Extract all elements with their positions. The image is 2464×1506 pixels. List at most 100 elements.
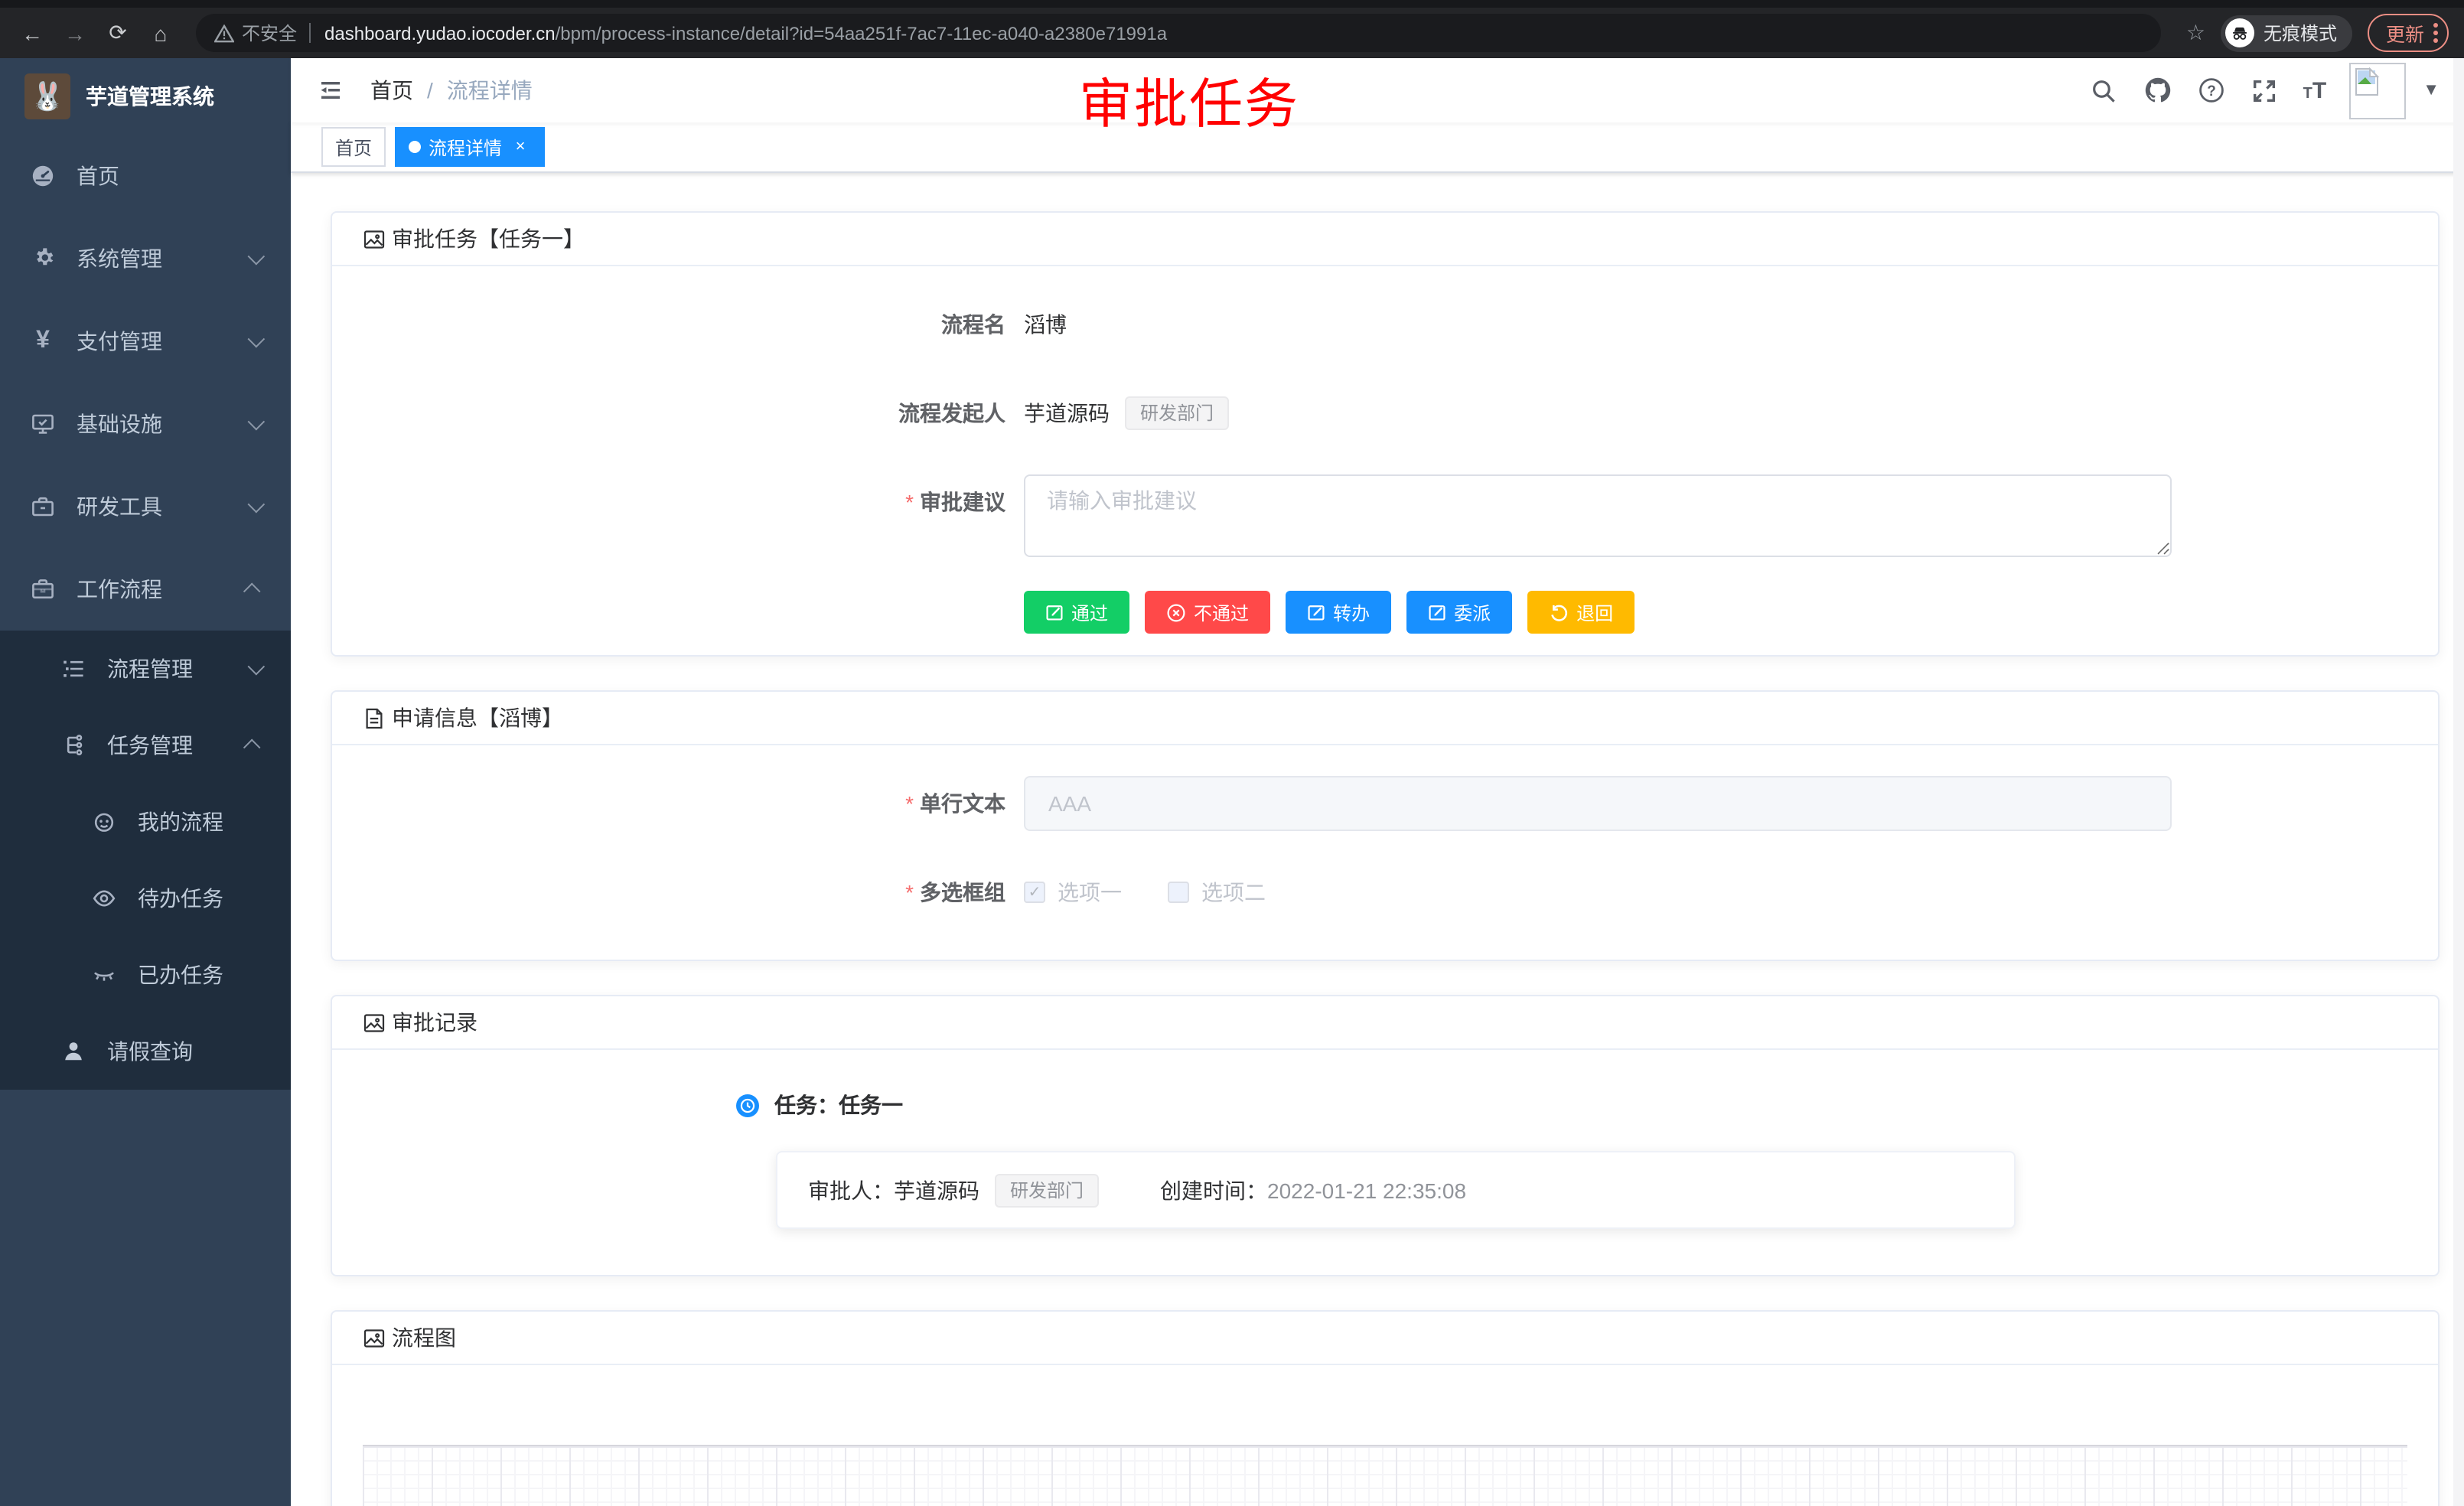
tab-close-icon[interactable]: × [510, 136, 531, 158]
sidebar-item-done-tasks[interactable]: 已办任务 [0, 937, 291, 1013]
breadcrumb-separator: / [427, 78, 433, 103]
reject-button[interactable]: 不通过 [1145, 591, 1270, 634]
browser-home-icon[interactable]: ⌂ [144, 16, 178, 50]
sidebar-item-home[interactable]: 首页 [0, 135, 291, 217]
screenshot-root: ← → ⟳ ⌂ 不安全 dashboard.yudao.iocoder.cn/b… [0, 0, 2464, 1506]
bpmn-grid-canvas[interactable] [363, 1445, 2407, 1506]
red-annotation: 审批任务 [1079, 61, 1299, 139]
approval-record-panel: 审批人： 芋道源码 研发部门 创建时间： 2022-01-21 22:35:08 [776, 1151, 2016, 1229]
eye-closed-icon [92, 963, 116, 987]
bookmark-star-icon[interactable]: ☆ [2186, 20, 2205, 46]
app-title: 芋道管理系统 [86, 81, 214, 112]
page-scrollbar[interactable] [2453, 58, 2464, 1506]
tags-view: 首页 流程详情 × [291, 122, 2464, 173]
chevron-down-icon [248, 496, 266, 513]
github-icon[interactable] [2143, 75, 2173, 106]
tab-process-detail[interactable]: 流程详情 × [395, 127, 545, 167]
sidebar-item-my-process[interactable]: 我的流程 [0, 784, 291, 860]
org-tree-icon [61, 733, 86, 758]
toolbox-icon [31, 494, 55, 519]
initiator-dept-tag: 研发部门 [1125, 396, 1229, 430]
breadcrumb-home[interactable]: 首页 [370, 75, 413, 106]
checkbox-option-1[interactable]: 选项一 [1024, 877, 1122, 908]
browser-update-button[interactable]: 更新 [2368, 14, 2449, 52]
approver-name: 芋道源码 [894, 1175, 979, 1205]
update-label[interactable]: 更新 [2386, 18, 2424, 47]
approver-dept-tag: 研发部门 [995, 1173, 1099, 1207]
browser-forward-icon[interactable]: → [58, 16, 92, 50]
sidebar-item-dev-tools[interactable]: 研发工具 [0, 465, 291, 548]
sidebar-item-todo-tasks[interactable]: 待办任务 [0, 860, 291, 937]
flow-chart-title: 流程图 [392, 1322, 456, 1353]
initiator-row: 流程发起人 芋道源码 研发部门 [332, 386, 2438, 441]
single-text-label: *单行文本 [332, 776, 1024, 831]
person-icon [61, 1039, 86, 1064]
robot-face-icon [92, 810, 116, 834]
browser-reload-icon[interactable]: ⟳ [101, 16, 135, 50]
url-path[interactable]: /bpm/process-instance/detail?id=54aa251f… [556, 22, 1167, 44]
approval-record-title: 审批记录 [392, 1007, 477, 1038]
picture-outline-icon [363, 1011, 386, 1034]
checkbox-option-2[interactable]: 选项二 [1168, 877, 1266, 908]
svg-text:?: ? [2207, 83, 2216, 99]
security-label[interactable]: 不安全 [242, 20, 297, 46]
search-icon[interactable] [2089, 75, 2120, 106]
single-text-input[interactable] [1024, 776, 2172, 831]
created-time-value: 2022-01-21 22:35:08 [1267, 1178, 1466, 1202]
checkbox-unchecked-icon [1168, 882, 1189, 903]
sidebar-item-payment-management[interactable]: ¥ 支付管理 [0, 300, 291, 383]
approval-task-card-header: 审批任务【任务一】 [332, 213, 2438, 266]
created-time-label: 创建时间： [1160, 1175, 1267, 1205]
task-line: 任务：任务一 [774, 1090, 903, 1120]
flow-chart-card: 流程图 [331, 1310, 2440, 1506]
fullscreen-icon[interactable] [2250, 75, 2280, 106]
incognito-badge: 无痕模式 [2221, 15, 2352, 51]
logo-rabbit-image: 🐰 [24, 73, 70, 119]
yen-icon: ¥ [31, 329, 55, 354]
timeline-item: 任务：任务一 审批人： 芋道源码 研发部门 创建时间： 2022-01-21 2… [736, 1090, 2438, 1229]
approval-task-card: 审批任务【任务一】 流程名 滔博 流程发起人 芋道源码 研发部门 [331, 211, 2440, 657]
url-host[interactable]: dashboard.yudao.iocoder.cn [324, 22, 556, 44]
incognito-label: 无痕模式 [2264, 20, 2337, 46]
opinion-textarea[interactable] [1024, 474, 2172, 557]
gear-icon [31, 246, 55, 271]
sidebar-item-workflow[interactable]: 工作流程 [0, 548, 291, 631]
briefcase-icon [31, 577, 55, 601]
approve-button[interactable]: 通过 [1024, 591, 1129, 634]
approval-record-card: 审批记录 任务：任务一 审批人： 芋道 [331, 995, 2440, 1276]
checkbox-group-label: *多选框组 [332, 865, 1024, 920]
clock-icon [736, 1094, 759, 1116]
workflow-submenu: 流程管理 任务管理 我的流程 [0, 631, 291, 1090]
browser-chrome: ← → ⟳ ⌂ 不安全 dashboard.yudao.iocoder.cn/b… [0, 0, 2464, 58]
eye-open-icon [92, 886, 116, 911]
browser-tab-strip [0, 0, 2464, 8]
address-bar[interactable]: 不安全 dashboard.yudao.iocoder.cn/bpm/proce… [196, 14, 2162, 52]
omnibox-divider [309, 23, 311, 43]
return-button[interactable]: 退回 [1527, 591, 1635, 634]
help-icon[interactable]: ? [2196, 75, 2227, 106]
sidebar-collapse-icon[interactable] [315, 75, 346, 106]
sidebar-item-infrastructure[interactable]: 基础设施 [0, 383, 291, 465]
sidebar-item-system-management[interactable]: 系统管理 [0, 217, 291, 300]
transfer-button[interactable]: 转办 [1286, 591, 1391, 634]
checkbox-checked-icon [1024, 882, 1045, 903]
picture-outline-icon [363, 1326, 386, 1349]
tab-home[interactable]: 首页 [321, 127, 386, 167]
sidebar-item-task-management[interactable]: 任务管理 [0, 707, 291, 784]
sidebar-logo[interactable]: 🐰 芋道管理系统 [0, 58, 291, 135]
font-size-icon[interactable]: TT [2303, 77, 2327, 103]
sidebar-item-leave-query[interactable]: 请假查询 [0, 1013, 291, 1090]
sidebar-item-process-management[interactable]: 流程管理 [0, 631, 291, 707]
dashboard-icon [31, 164, 55, 188]
browser-menu-icon[interactable] [2433, 23, 2438, 43]
apply-info-card-header: 申请信息【滔博】 [332, 692, 2438, 745]
browser-back-icon[interactable]: ← [15, 16, 49, 50]
avatar[interactable] [2349, 62, 2406, 119]
chevron-down-icon [248, 413, 266, 431]
incognito-spy-icon [2225, 18, 2254, 47]
initiator-label: 流程发起人 [332, 386, 1024, 441]
not-secure-warning-icon [214, 24, 234, 42]
avatar-caret-icon[interactable]: ▼ [2423, 81, 2440, 99]
delegate-button[interactable]: 委派 [1406, 591, 1512, 634]
checkbox-group-row: *多选框组 选项一 选项二 [332, 865, 2438, 920]
